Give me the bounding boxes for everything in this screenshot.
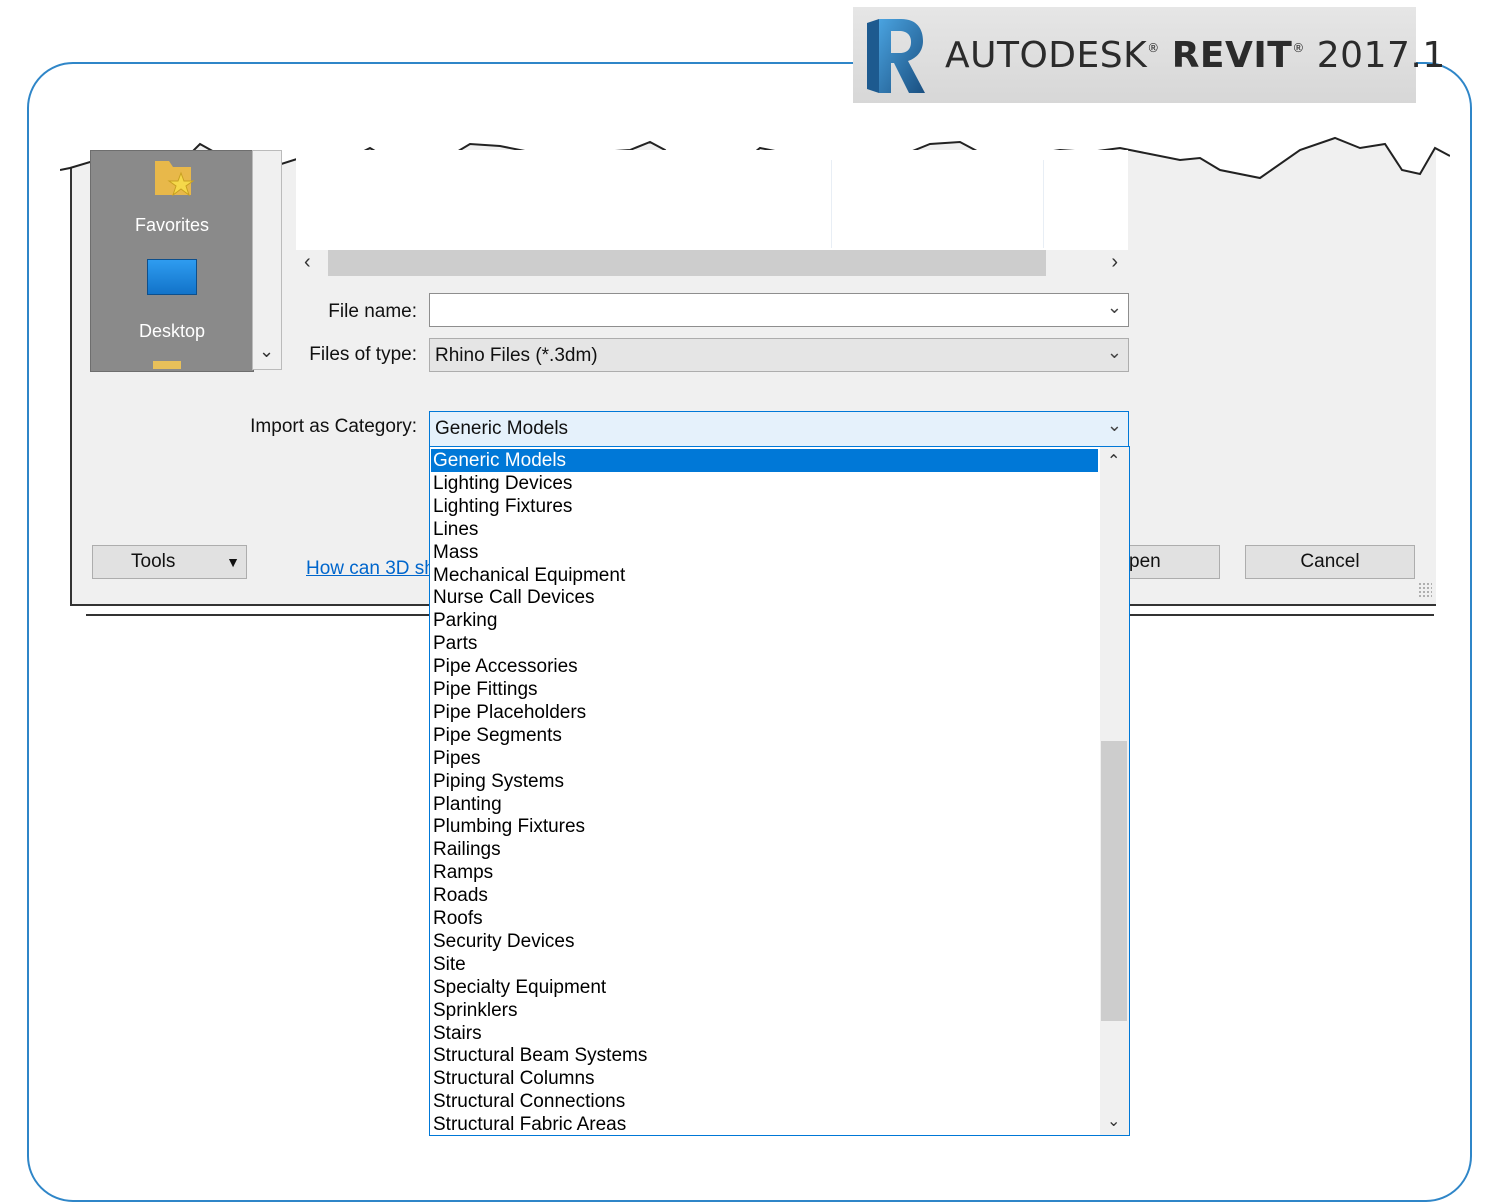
cancel-button-label: Cancel: [1300, 551, 1360, 572]
dropdown-option[interactable]: Pipe Segments: [431, 724, 1098, 747]
import-category-select[interactable]: Generic Models ⌄: [429, 411, 1129, 447]
import-category-label: Import as Category:: [250, 416, 417, 437]
dropdown-option[interactable]: Structural Fabric Areas: [431, 1113, 1098, 1135]
dropdown-option[interactable]: Planting: [431, 793, 1098, 816]
chevron-down-icon[interactable]: ⌄: [1107, 297, 1122, 318]
desktop-icon[interactable]: [147, 259, 197, 295]
dropdown-option[interactable]: Plumbing Fixtures: [431, 815, 1098, 838]
tools-button-label: Tools: [131, 551, 176, 572]
cancel-button[interactable]: Cancel: [1245, 545, 1415, 579]
brand-prefix: AUTODESK: [945, 35, 1148, 76]
dropdown-option[interactable]: Ramps: [431, 861, 1098, 884]
file-list-horizontal-scrollbar[interactable]: ‹ ›: [296, 250, 1128, 276]
import-category-value[interactable]: Generic Models: [435, 418, 568, 440]
chevron-down-icon[interactable]: ⌄: [1107, 1111, 1120, 1131]
chevron-down-icon[interactable]: ⌄: [1107, 415, 1122, 436]
favorites-icon[interactable]: [151, 153, 197, 199]
dropdown-option[interactable]: Sprinklers: [431, 999, 1098, 1022]
tools-button[interactable]: Tools ▼: [92, 545, 247, 579]
brand-product: REVIT: [1171, 35, 1293, 76]
folder-icon[interactable]: [153, 361, 181, 369]
dropdown-option[interactable]: Nurse Call Devices: [431, 586, 1098, 609]
help-link[interactable]: How can 3D sh: [306, 558, 435, 580]
dropdown-option[interactable]: Site: [431, 953, 1098, 976]
brand-title: AUTODESK® REVIT® 2017.1: [945, 35, 1446, 76]
open-button-label: pen: [1129, 551, 1161, 572]
dropdown-option[interactable]: Pipes: [431, 747, 1098, 770]
dropdown-option[interactable]: Lighting Fixtures: [431, 495, 1098, 518]
chevron-up-icon[interactable]: ⌃: [1107, 451, 1120, 471]
revit-brand-banner: AUTODESK® REVIT® 2017.1: [853, 7, 1445, 103]
caret-down-icon: ▼: [226, 554, 240, 570]
dropdown-option[interactable]: Parts: [431, 632, 1098, 655]
scrollbar-thumb[interactable]: [1101, 741, 1127, 1021]
dropdown-option[interactable]: Lighting Devices: [431, 472, 1098, 495]
dropdown-vertical-scrollbar[interactable]: ⌃ ⌄: [1100, 447, 1129, 1135]
dropdown-option[interactable]: Railings: [431, 838, 1098, 861]
dropdown-option[interactable]: Structural Columns: [431, 1067, 1098, 1090]
dropdown-option[interactable]: Specialty Equipment: [431, 976, 1098, 999]
files-of-type-select[interactable]: Rhino Files (*.3dm) ⌄: [429, 338, 1129, 372]
dropdown-option[interactable]: Structural Connections: [431, 1090, 1098, 1113]
brand-version: 2017.1: [1316, 35, 1446, 76]
dropdown-option[interactable]: Generic Models: [431, 449, 1098, 472]
column-separator: [1043, 160, 1044, 248]
column-separator: [831, 160, 832, 248]
file-name-label: File name:: [328, 301, 417, 322]
dropdown-option[interactable]: Pipe Accessories: [431, 655, 1098, 678]
desktop-label[interactable]: Desktop: [91, 321, 253, 342]
places-bar: Favorites Desktop: [90, 150, 254, 372]
dropdown-option[interactable]: Security Devices: [431, 930, 1098, 953]
dropdown-option[interactable]: Structural Beam Systems: [431, 1044, 1098, 1067]
file-list[interactable]: [296, 150, 1128, 250]
places-scrollbar[interactable]: ⌄: [252, 150, 282, 370]
dropdown-option[interactable]: Mechanical Equipment: [431, 564, 1098, 587]
file-name-combo[interactable]: ⌄: [429, 293, 1129, 327]
files-of-type-value[interactable]: Rhino Files (*.3dm): [435, 345, 598, 367]
chevron-left-icon[interactable]: ‹: [304, 251, 311, 274]
chevron-down-icon[interactable]: ⌄: [259, 341, 274, 362]
chevron-down-icon[interactable]: ⌄: [1107, 342, 1122, 363]
files-of-type-label: Files of type:: [309, 344, 417, 365]
dropdown-option[interactable]: Pipe Placeholders: [431, 701, 1098, 724]
chevron-right-icon[interactable]: ›: [1111, 251, 1118, 274]
dropdown-option[interactable]: Parking: [431, 609, 1098, 632]
dropdown-option[interactable]: Roads: [431, 884, 1098, 907]
scrollbar-thumb[interactable]: [328, 250, 1046, 276]
dropdown-option[interactable]: Roofs: [431, 907, 1098, 930]
favorites-label[interactable]: Favorites: [91, 215, 253, 236]
dropdown-option[interactable]: Mass: [431, 541, 1098, 564]
resize-grip-icon[interactable]: [1418, 582, 1432, 598]
dropdown-option[interactable]: Pipe Fittings: [431, 678, 1098, 701]
dropdown-option[interactable]: Lines: [431, 518, 1098, 541]
category-dropdown-list[interactable]: Generic Models Lighting Devices Lighting F…: [429, 446, 1130, 1136]
dropdown-option[interactable]: Piping Systems: [431, 770, 1098, 793]
dropdown-option[interactable]: Stairs: [431, 1022, 1098, 1045]
revit-logo-icon: [867, 19, 925, 93]
